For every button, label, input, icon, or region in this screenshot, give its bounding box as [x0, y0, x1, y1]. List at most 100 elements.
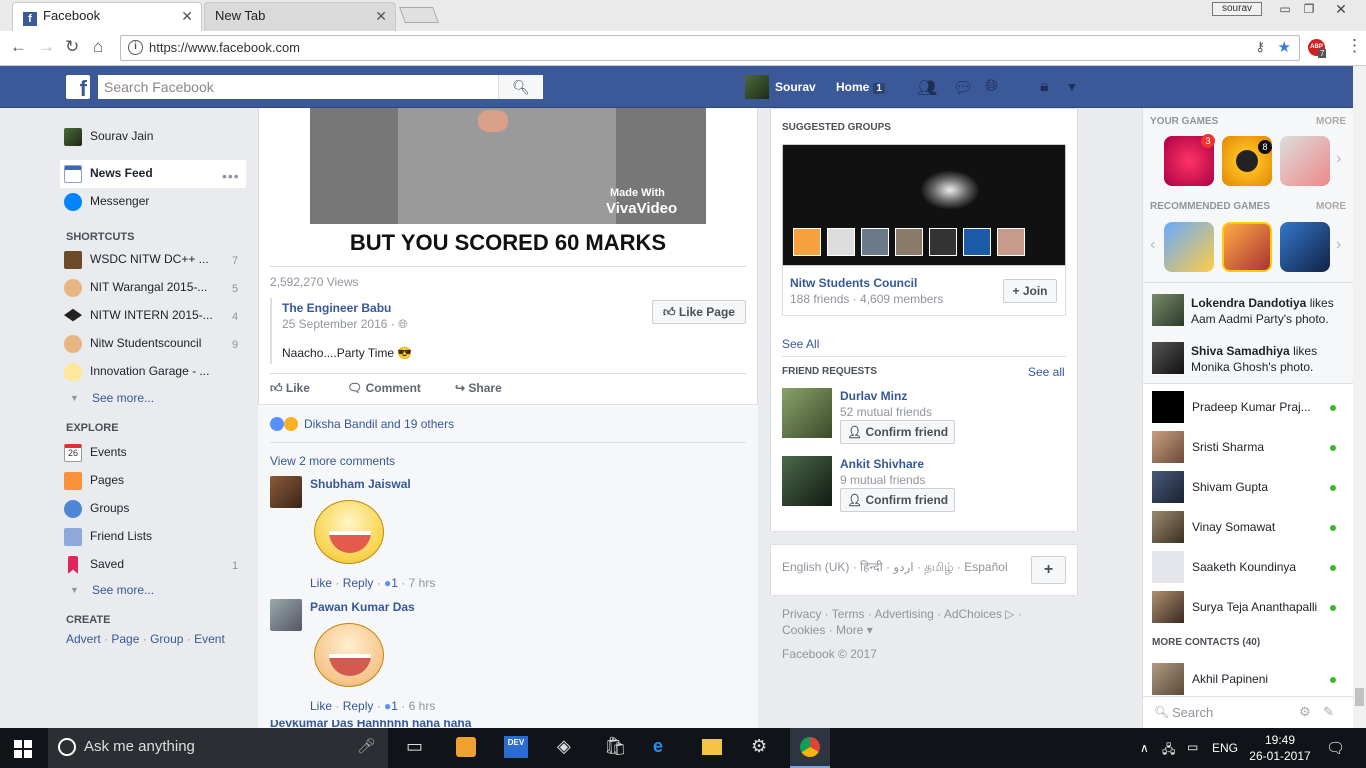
new-message-icon[interactable]: ✎	[1323, 704, 1334, 720]
confirm-friend-button[interactable]: 👤︎ Confirm friend	[840, 420, 955, 444]
input-language[interactable]: ENG	[1212, 741, 1238, 755]
truck-game-icon[interactable]	[1280, 222, 1330, 272]
microphone-icon[interactable]: 🎤︎	[357, 737, 376, 755]
inside-out-game-icon[interactable]	[1164, 222, 1214, 272]
tab-new-tab[interactable]: New Tab ✕	[204, 2, 396, 31]
member-thumbnail[interactable]	[929, 228, 957, 256]
comment-reply-link[interactable]: Reply	[343, 576, 374, 590]
member-thumbnail[interactable]	[827, 228, 855, 256]
chevron-left-icon[interactable]: ‹	[1150, 236, 1155, 254]
unity-icon[interactable]: ◈	[557, 736, 571, 757]
create-page-link[interactable]: Page	[111, 632, 139, 646]
clock-date[interactable]: 26-01-2017	[1246, 749, 1314, 763]
friend-requests-icon[interactable]: 👥︎	[917, 78, 937, 98]
sidebar-item-news-feed[interactable]: News Feed	[64, 165, 153, 183]
account-menu-chevron-icon[interactable]: ▼	[1066, 80, 1078, 94]
close-window-icon[interactable]: ✕	[1326, 0, 1356, 18]
url-input[interactable]: i https://www.facebook.com ⚷ ★	[120, 35, 1300, 61]
footer-links[interactable]: Privacy · Terms · Advertising · AdChoice…	[782, 607, 1022, 621]
forward-icon[interactable]: →	[38, 37, 55, 57]
home-icon[interactable]: ⌂	[93, 37, 103, 57]
share-button[interactable]: ↪ Share	[455, 381, 502, 395]
shortcut-item[interactable]: NIT Warangal 2015-...	[64, 279, 207, 297]
sidebar-item-saved[interactable]: Saved	[64, 556, 124, 574]
ticker-story[interactable]: Shiva Samadhiya likes Monika Ghosh's pho…	[1191, 343, 1341, 375]
member-thumbnail[interactable]	[997, 228, 1025, 256]
action-center-icon[interactable]: 🗨︎	[1326, 739, 1345, 757]
contact-name[interactable]: Pradeep Kumar Praj...	[1192, 400, 1311, 414]
show-hidden-icons-chevron-icon[interactable]: ∧	[1140, 741, 1149, 755]
dev-cpp-icon[interactable]: DEV	[504, 736, 528, 758]
sidebar-item-events[interactable]: 26 Events	[64, 444, 127, 462]
contact-name[interactable]: Saaketh Koundinya	[1192, 560, 1296, 574]
reactions-summary[interactable]: Diksha Bandil and 19 others	[270, 417, 454, 431]
store-icon[interactable]: 🛍︎	[604, 736, 627, 757]
create-advert-link[interactable]: Advert	[66, 632, 101, 646]
page-name-link[interactable]: The Engineer Babu	[282, 301, 391, 315]
member-thumbnail[interactable]	[963, 228, 991, 256]
avatar[interactable]	[270, 599, 302, 631]
home-link[interactable]: Home 1	[836, 80, 885, 94]
see-more-explore-link[interactable]: See more...	[92, 583, 154, 597]
comment-like-link[interactable]: Like	[310, 576, 332, 590]
key-icon[interactable]: ⚷	[1255, 39, 1265, 55]
add-language-button[interactable]: +	[1031, 556, 1066, 584]
comment-button[interactable]: 🗨︎ Comment	[347, 381, 421, 395]
member-thumbnail[interactable]	[793, 228, 821, 256]
chat-settings-gear-icon[interactable]: ⚙	[1299, 704, 1311, 720]
cortana-search-box[interactable]: Ask me anything 🎤︎	[48, 728, 388, 768]
search-icon[interactable]: 🔍︎	[498, 75, 543, 99]
sidebar-item-friend-lists[interactable]: Friend Lists	[64, 528, 152, 546]
windows-start-icon[interactable]	[14, 740, 32, 758]
member-thumbnail[interactable]	[895, 228, 923, 256]
more-options-icon[interactable]: •••	[222, 168, 240, 184]
commenter-name[interactable]: Pawan Kumar Das	[310, 600, 415, 614]
chrome-taskbar-item[interactable]	[790, 728, 830, 768]
avatar[interactable]	[782, 388, 832, 438]
bookmark-star-icon[interactable]: ★	[1278, 38, 1291, 56]
battery-icon[interactable]: ▭	[1187, 740, 1198, 754]
commenter-name[interactable]: Shubham Jaiswal	[310, 477, 411, 491]
confirm-friend-button[interactable]: 👤︎ Confirm friend	[840, 488, 955, 512]
contact-name[interactable]: Sristi Sharma	[1192, 440, 1264, 454]
chevron-right-icon[interactable]: ›	[1336, 150, 1341, 168]
avatar[interactable]	[1152, 342, 1184, 374]
shortcut-item[interactable]: WSDC NITW DC++ ...	[64, 251, 209, 269]
search-input[interactable]: Search Facebook	[98, 75, 498, 99]
clock-time[interactable]: 19:49	[1250, 733, 1310, 747]
avatar[interactable]	[782, 456, 832, 506]
member-thumbnail[interactable]	[861, 228, 889, 256]
requester-name[interactable]: Durlav Minz	[840, 389, 907, 403]
reload-icon[interactable]: ↻	[65, 37, 79, 57]
scrollbar-thumb[interactable]	[1355, 688, 1364, 706]
shortcut-item[interactable]: Nitw Studentscouncil	[64, 335, 201, 353]
file-explorer-icon[interactable]	[702, 739, 722, 755]
language-links[interactable]: English (UK) · हिन्दी · اردو · தமிழ் · E…	[782, 558, 1008, 576]
view-more-comments-link[interactable]: View 2 more comments	[270, 454, 395, 468]
contact-name[interactable]: Akhil Papineni	[1192, 672, 1268, 686]
criminal-case-game-icon[interactable]	[1280, 136, 1330, 186]
tab-facebook[interactable]: f Facebook ✕	[12, 2, 202, 31]
close-tab-icon[interactable]: ✕	[375, 8, 387, 25]
create-group-link[interactable]: Group	[150, 632, 183, 646]
comment-like-link[interactable]: Like	[310, 699, 332, 713]
chevron-right-icon[interactable]: ›	[1336, 236, 1341, 254]
profile-nav-item[interactable]: Sourav Jain	[64, 128, 153, 146]
shortcut-item[interactable]: NITW INTERN 2015-...	[64, 307, 213, 325]
restore-icon[interactable]: ❐	[1294, 0, 1324, 18]
footer-links-2[interactable]: Cookies · More ▾	[782, 623, 873, 637]
avatar[interactable]	[1152, 294, 1184, 326]
create-event-link[interactable]: Event	[194, 632, 225, 646]
contact-name[interactable]: Surya Teja Ananthapalli	[1192, 600, 1317, 614]
back-icon[interactable]: ←	[10, 37, 27, 57]
see-more-shortcuts-link[interactable]: See more...	[92, 391, 154, 405]
join-group-button[interactable]: + Join	[1003, 279, 1057, 303]
requester-name[interactable]: Ankit Shivhare	[840, 457, 924, 471]
site-info-icon[interactable]: i	[128, 40, 143, 55]
messages-icon[interactable]: 💬︎	[953, 78, 973, 98]
menu-icon[interactable]: ⋮	[1346, 36, 1363, 56]
like-button[interactable]: 👍︎ Like	[270, 381, 310, 396]
network-icon[interactable]: 🖧︎	[1162, 740, 1175, 761]
sidebar-item-messenger[interactable]: Messenger	[64, 193, 149, 211]
contact-name[interactable]: Shivam Gupta	[1192, 480, 1268, 494]
